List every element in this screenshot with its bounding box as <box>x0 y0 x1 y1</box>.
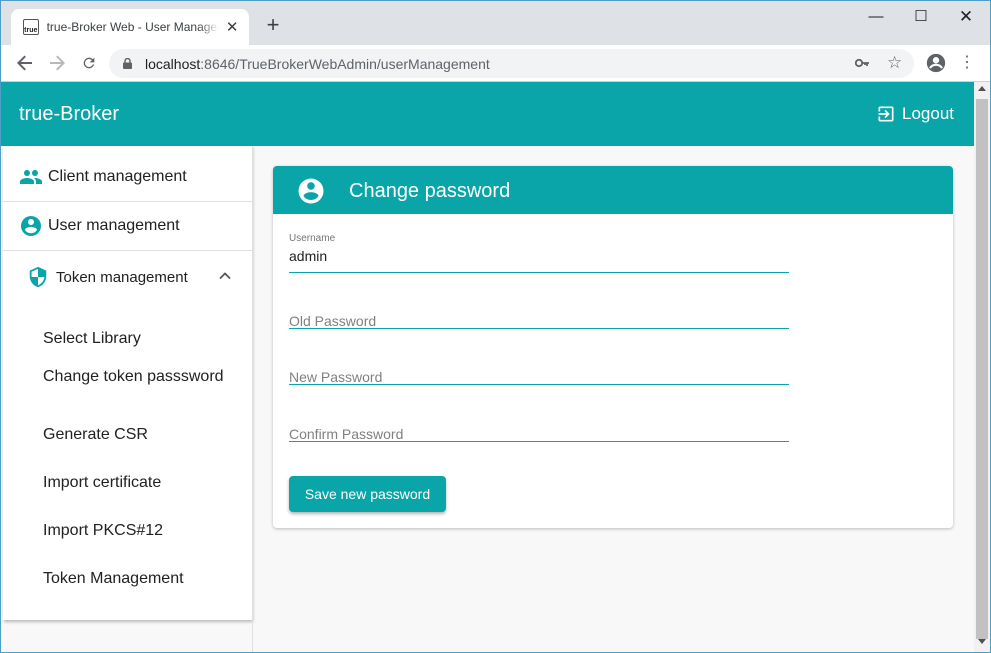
reload-icon[interactable] <box>77 51 101 75</box>
logout-button[interactable]: Logout <box>876 104 954 124</box>
save-new-password-button[interactable]: Save new password <box>289 476 446 512</box>
sidebar-item-label: User management <box>48 217 180 234</box>
tab-title: true-Broker Web - User Management <box>46 20 220 34</box>
account-circle-icon <box>19 214 43 238</box>
username-value: admin <box>289 248 328 264</box>
logout-label: Logout <box>902 104 954 123</box>
old-password-placeholder: Old Password <box>289 313 377 329</box>
tab-strip: true true-Broker Web - User Management ✕… <box>1 1 990 45</box>
sidebar-subitem-token-management[interactable]: Token Management <box>43 569 233 589</box>
maximize-icon[interactable]: ☐ <box>898 5 944 29</box>
sidebar-item-client-management[interactable]: Client management <box>3 153 252 202</box>
key-icon[interactable] <box>854 56 870 71</box>
sidebar-subitem-import-certificate[interactable]: Import certificate <box>43 473 233 493</box>
scroll-thumb[interactable] <box>976 99 988 639</box>
page-scrollbar[interactable] <box>974 82 990 652</box>
sidebar-subitem-import-pkcs12[interactable]: Import PKCS#12 <box>43 521 233 541</box>
sidebar: Client management User management Token … <box>3 146 252 620</box>
lock-icon <box>123 58 132 69</box>
logout-icon <box>878 106 894 122</box>
new-tab-icon[interactable]: + <box>263 14 283 37</box>
tab-close-icon[interactable]: ✕ <box>225 18 239 36</box>
account-circle-icon <box>298 178 324 204</box>
browser-toolbar: localhost:8646/TrueBrokerWebAdmin/userMa… <box>1 45 990 82</box>
forward-arrow-icon[interactable] <box>45 51 69 75</box>
browser-window: true true-Broker Web - User Management ✕… <box>0 0 991 653</box>
people-icon <box>19 165 43 189</box>
bookmark-star-icon[interactable]: ☆ <box>887 53 902 73</box>
url-path: :8646/TrueBrokerWebAdmin/userManagement <box>200 56 490 72</box>
minimize-icon[interactable]: — <box>853 5 899 29</box>
back-arrow-icon[interactable] <box>13 51 37 75</box>
username-field[interactable]: Username admin <box>289 233 789 273</box>
sidebar-divider <box>252 146 253 652</box>
username-label: Username <box>289 233 336 244</box>
profile-icon[interactable] <box>925 52 947 74</box>
confirm-password-field[interactable]: Confirm Password <box>289 402 789 442</box>
scroll-up-arrow-icon[interactable] <box>978 86 986 91</box>
sidebar-group-label: Token management <box>56 268 188 286</box>
browser-tab[interactable]: true true-Broker Web - User Management ✕ <box>11 9 249 45</box>
chevron-up-icon[interactable] <box>218 269 232 283</box>
kebab-menu-icon[interactable]: ⋮ <box>959 53 975 73</box>
sidebar-subitem-generate-csr[interactable]: Generate CSR <box>43 425 233 445</box>
sidebar-item-user-management[interactable]: User management <box>3 202 252 251</box>
favicon-text: true <box>24 27 38 34</box>
app-title: true-Broker <box>19 103 120 125</box>
address-bar[interactable]: localhost:8646/TrueBrokerWebAdmin/userMa… <box>109 49 914 78</box>
sidebar-subitem-select-library[interactable]: Select Library <box>43 329 233 349</box>
favicon-icon: true <box>23 19 39 35</box>
change-password-card: Change password Username admin Old Passw… <box>273 166 953 528</box>
old-password-field[interactable]: Old Password <box>289 289 789 329</box>
shield-icon <box>27 266 49 288</box>
new-password-placeholder: New Password <box>289 369 383 385</box>
app-bar: true-Broker Logout <box>1 82 974 146</box>
card-title: Change password <box>349 180 511 202</box>
sidebar-subitem-change-token-password[interactable]: Change token passsword <box>43 367 233 387</box>
scroll-down-arrow-icon[interactable] <box>978 639 986 644</box>
window-close-icon[interactable]: ✕ <box>943 5 989 29</box>
url-text: localhost:8646/TrueBrokerWebAdmin/userMa… <box>145 56 490 72</box>
url-host: localhost <box>145 56 201 72</box>
new-password-field[interactable]: New Password <box>289 345 789 385</box>
confirm-password-placeholder: Confirm Password <box>289 426 404 442</box>
sidebar-item-label: Client management <box>48 168 187 185</box>
card-header: Change password <box>273 166 953 214</box>
sidebar-group-token-management[interactable]: Token management <box>3 252 252 302</box>
